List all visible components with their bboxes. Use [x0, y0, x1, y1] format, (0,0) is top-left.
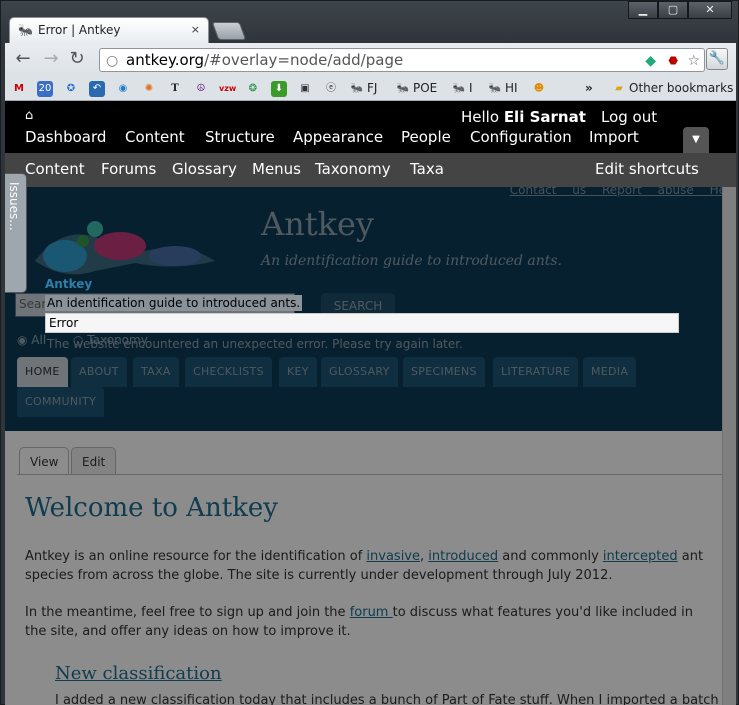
gmail-bookmark[interactable]: M [11, 79, 29, 97]
browser-window: ▁ ▢ ✕ 🐜 Error | Antkey × ← → ↻ ○ antkey.… [0, 0, 739, 705]
bookmark-9[interactable]: vzw [219, 79, 237, 97]
ant-icon: 🐜 [452, 82, 466, 94]
extension-icon[interactable]: ◆ [645, 52, 656, 70]
minimize-button[interactable]: ▁ [628, 1, 658, 19]
home-icon[interactable]: ⌂ [25, 108, 33, 123]
edit-shortcuts-link[interactable]: Edit shortcuts [595, 160, 699, 178]
overlay-site-name[interactable]: Antkey [45, 277, 92, 291]
bookmark-3[interactable]: ✪ [63, 79, 81, 97]
shortcut-menus[interactable]: Menus [252, 160, 301, 178]
other-bookmarks[interactable]: ▰ Other bookmarks [611, 79, 733, 97]
calendar-bookmark[interactable]: 20 [37, 79, 55, 97]
reload-icon[interactable]: ↻ [67, 49, 87, 69]
star-bookmark-icon[interactable]: ☆ [687, 52, 700, 70]
other-bookmarks-label: Other bookmarks [629, 81, 734, 95]
hello-user: Hello Eli Sarnat [461, 108, 586, 126]
shortcut-forums[interactable]: Forums [101, 160, 156, 178]
nyt-icon: T [171, 82, 179, 94]
close-window-button[interactable]: ✕ [688, 1, 732, 19]
tab-error-antkey[interactable]: 🐜 Error | Antkey × [9, 17, 209, 43]
menu-people[interactable]: People [401, 128, 451, 146]
page-icon: ○ [106, 53, 119, 69]
peacock-icon: ✺ [144, 82, 154, 94]
issues-label: Issues... [7, 182, 21, 231]
shortcut-taxonomy[interactable]: Taxonomy [315, 160, 391, 178]
bookmark-label: I [469, 81, 473, 95]
ant-icon: 🐜 [488, 82, 502, 94]
bookmark-i[interactable]: 🐜 I [451, 79, 473, 97]
download-icon: ⬇ [271, 80, 287, 97]
menu-structure[interactable]: Structure [205, 128, 275, 146]
hello-text: Hello [461, 108, 500, 126]
gmail-icon: M [14, 82, 24, 94]
url-path: /#overlay=node/add/page [204, 51, 404, 69]
bus-icon: ▣ [300, 82, 310, 94]
badge-icon: ✪ [66, 82, 76, 94]
person-icon: ☻ [533, 82, 545, 94]
wrench-menu-icon[interactable]: 🔧 [706, 48, 728, 70]
bookmark-7[interactable]: T [167, 79, 185, 97]
issues-tab[interactable]: Issues... [5, 173, 27, 293]
bookmark-8[interactable]: ☮ [193, 79, 211, 97]
shortcut-glossary[interactable]: Glossary [172, 160, 237, 178]
shortcuts-bar: Content Forums Glossary Menus Taxonomy T… [5, 153, 736, 187]
bookmark-poe[interactable]: 🐜 POE [395, 79, 438, 97]
browser-toolbar: ← → ↻ ○ antkey.org/#overlay=node/add/pag… [5, 43, 736, 75]
window-controls: ▁ ▢ ✕ [628, 1, 732, 19]
forward-arrow-icon[interactable]: → [41, 49, 61, 69]
bookmark-fj[interactable]: 🐜 FJ [349, 79, 378, 97]
peace-icon: ☮ [196, 82, 206, 94]
new-tab-button[interactable] [211, 22, 247, 40]
admin-toolbar: ⌂ Hello Eli Sarnat Log out Dashboard Con… [5, 101, 736, 153]
bookmark-label: POE [413, 81, 438, 95]
bookmarks-bar: M 20 ✪ ↶ ◉ ✺ T ☮ vzw ❂ ⬇ ▣ ⓔ 🐜 FJ 🐜 POE 🐜 I… [5, 75, 736, 101]
folder-icon: ▰ [615, 82, 623, 94]
tab-close-icon[interactable]: × [191, 23, 200, 36]
reply-icon: ↶ [89, 80, 105, 97]
overlay-error-title: Error [45, 313, 679, 333]
menu-dashboard[interactable]: Dashboard [25, 128, 106, 146]
ant-icon: 🐜 [350, 82, 364, 94]
ant-icon: 🐜 [396, 82, 410, 94]
calendar-icon: 20 [37, 80, 53, 97]
tab-title: Error | Antkey [38, 23, 121, 37]
bookmark-label: HI [505, 81, 518, 95]
menu-configuration[interactable]: Configuration [470, 128, 572, 146]
overlay-slogan: An identification guide to introduced an… [45, 295, 303, 311]
menu-content[interactable]: Content [125, 128, 185, 146]
maximize-button[interactable]: ▢ [658, 1, 688, 19]
bookmark-11[interactable]: ⬇ [271, 79, 289, 97]
e-icon: ⓔ [326, 82, 336, 94]
more-bookmarks-chevron[interactable]: » [585, 79, 593, 97]
logout-link[interactable]: Log out [601, 108, 657, 126]
bookmark-5[interactable]: ◉ [115, 79, 133, 97]
bookmark-15[interactable]: ☻ [531, 79, 549, 97]
shortcut-content[interactable]: Content [25, 160, 85, 178]
address-bar[interactable]: ○ antkey.org/#overlay=node/add/page ◆ ⬣ … [99, 48, 705, 72]
bookmark-4[interactable]: ↶ [89, 79, 107, 97]
url-domain: antkey.org [126, 51, 205, 69]
ant-favicon-icon: 🐜 [18, 23, 33, 37]
globe-icon: ◉ [118, 82, 128, 94]
bookmark-hi[interactable]: 🐜 HI [487, 79, 518, 97]
page-viewport: Contact us Report abuse He Antkey An ide… [5, 101, 736, 705]
overlay-backdrop [5, 101, 736, 705]
bookmark-10[interactable]: ❂ [245, 79, 263, 97]
bookmark-13[interactable]: ⓔ [323, 79, 341, 97]
bookmark-label: FJ [367, 81, 378, 95]
shortcuts-toggle-button[interactable]: ▼ [683, 127, 709, 153]
leaf-icon: ❂ [248, 82, 258, 94]
vzw-icon: vzw [219, 83, 237, 93]
bookmark-12[interactable]: ▣ [297, 79, 315, 97]
adblock-icon[interactable]: ⬣ [668, 52, 678, 70]
menu-appearance[interactable]: Appearance [293, 128, 383, 146]
shortcut-taxa[interactable]: Taxa [410, 160, 444, 178]
bookmark-6[interactable]: ✺ [141, 79, 159, 97]
back-arrow-icon[interactable]: ← [13, 49, 33, 69]
user-name[interactable]: Eli Sarnat [504, 108, 586, 126]
menu-import[interactable]: Import [589, 128, 639, 146]
